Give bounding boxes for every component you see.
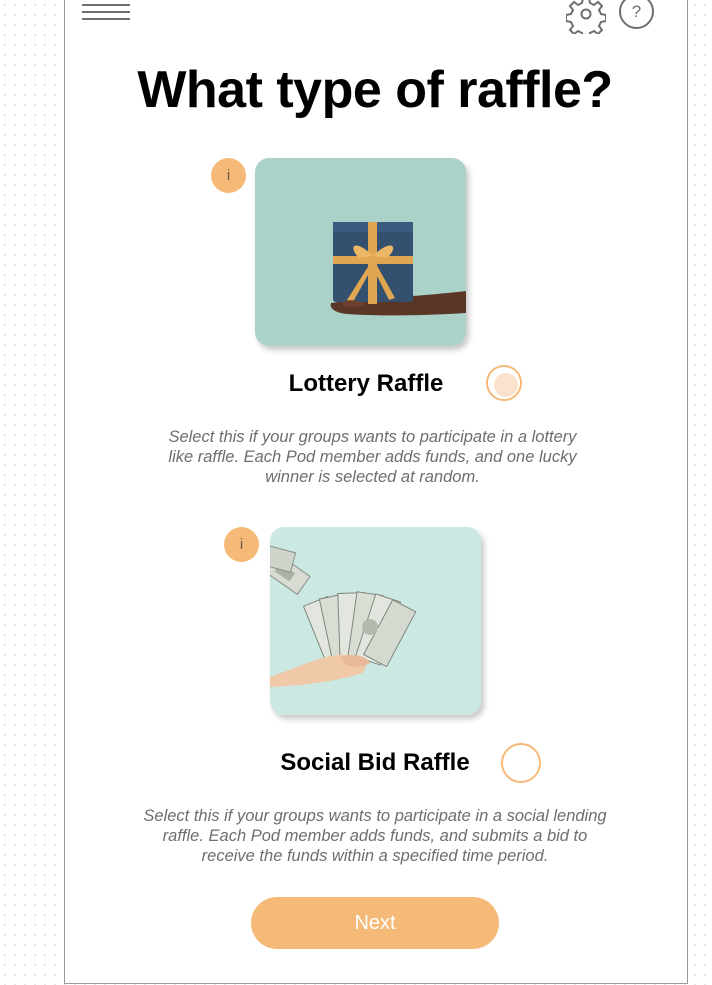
lottery-raffle-description: Select this if your groups wants to part…: [168, 428, 577, 486]
social-bid-raffle-card[interactable]: [270, 527, 481, 715]
lottery-raffle-label: Lottery Raffle: [288, 370, 444, 397]
lottery-raffle-radio[interactable]: [486, 365, 522, 401]
social-bid-raffle-radio[interactable]: [501, 743, 541, 783]
gift-box-in-hand-image: [255, 158, 466, 346]
social-bid-raffle-label: Social Bid Raffle: [280, 749, 470, 776]
lottery-info-button[interactable]: i: [211, 158, 246, 193]
info-icon: i: [239, 536, 244, 553]
gear-icon[interactable]: [565, 0, 607, 39]
radio-selected-dot: [494, 373, 518, 397]
help-glyph: ?: [631, 2, 642, 21]
social-bid-info-button[interactable]: i: [224, 527, 259, 562]
lottery-raffle-card[interactable]: [255, 158, 466, 346]
cash-in-hand-image: [270, 527, 481, 715]
next-button[interactable]: Next: [251, 897, 499, 949]
menu-icon[interactable]: [82, 3, 130, 25]
page-title: What type of raffle?: [137, 61, 613, 119]
social-bid-raffle-description: Select this if your groups wants to part…: [143, 807, 607, 865]
info-icon: i: [226, 167, 231, 184]
